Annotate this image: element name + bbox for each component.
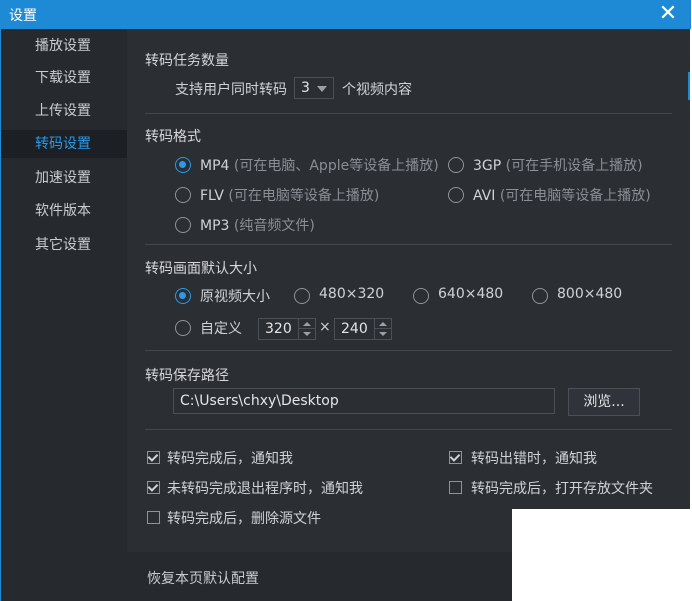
open-folder-label: 转码完成后，打开存放文件夹: [471, 481, 653, 497]
sidebar-item-version[interactable]: 软件版本: [1, 197, 127, 225]
sidebar-item-playback[interactable]: 播放设置: [1, 32, 127, 60]
radio-size-800x480[interactable]: [532, 288, 548, 304]
radio-format-mp4[interactable]: [175, 157, 191, 173]
divider: [145, 429, 672, 430]
radio-size-640x480[interactable]: [413, 288, 429, 304]
sidebar-item-upload[interactable]: 上传设置: [1, 97, 127, 125]
section-title-format: 转码格式: [145, 129, 201, 145]
save-path-field[interactable]: [173, 388, 555, 414]
radio-format-mp3[interactable]: [175, 217, 191, 233]
section-title-size: 转码画面默认大小: [145, 261, 257, 277]
radio-format-flv[interactable]: [175, 187, 191, 203]
divider: [145, 350, 672, 351]
format-mp4-label: MP4 (可在电脑、Apple等设备上播放): [200, 158, 439, 174]
radio-size-480x320[interactable]: [294, 288, 310, 304]
sidebar-item-transcode[interactable]: 转码设置: [1, 130, 127, 158]
height-stepper[interactable]: 240: [334, 318, 392, 340]
notify-error-label: 转码出错时，通知我: [471, 451, 597, 467]
window-title: 设置: [9, 8, 37, 24]
delete-source-label: 转码完成后，删除源文件: [167, 511, 321, 527]
checkbox-notify-exit[interactable]: [147, 481, 160, 494]
divider: [145, 113, 672, 114]
size-480x320-label: 480×320: [319, 286, 385, 302]
size-original-label: 原视频大小: [200, 289, 270, 305]
checkbox-delete-source[interactable]: [147, 511, 160, 524]
sidebar-item-download[interactable]: 下载设置: [1, 64, 127, 92]
chevron-down-icon: [317, 86, 327, 92]
task-count-value: 3: [301, 80, 310, 96]
format-3gp-label: 3GP (可在手机设备上播放): [473, 158, 643, 174]
stepper-up-icon[interactable]: [375, 319, 391, 329]
content-panel: 转码任务数量 支持用户同时转码 3 个视频内容 转码格式 MP4 (可在电脑、A…: [127, 29, 690, 552]
section-title-path: 转码保存路径: [145, 368, 229, 384]
stepper-up-icon[interactable]: [299, 319, 315, 329]
radio-format-avi[interactable]: [448, 187, 464, 203]
width-stepper[interactable]: 320: [258, 318, 316, 340]
notify-exit-label: 未转码完成退出程序时，通知我: [167, 481, 363, 497]
radio-size-original[interactable]: [175, 288, 191, 304]
restore-defaults-link[interactable]: 恢复本页默认配置: [147, 568, 259, 588]
divider: [145, 244, 672, 245]
times-sign: ×: [319, 319, 331, 335]
format-flv-label: FLV (可在电脑等设备上播放): [200, 188, 380, 204]
sidebar-item-acceleration[interactable]: 加速设置: [1, 164, 127, 192]
checkbox-open-folder[interactable]: [449, 481, 462, 494]
stepper-buttons: [374, 319, 391, 339]
size-800x480-label: 800×480: [557, 286, 623, 302]
checkbox-notify-done[interactable]: [147, 451, 160, 464]
close-icon[interactable]: ✕: [657, 2, 679, 26]
radio-format-3gp[interactable]: [448, 157, 464, 173]
size-custom-label: 自定义: [200, 321, 242, 337]
stepper-down-icon[interactable]: [299, 329, 315, 339]
scrollbar[interactable]: [688, 72, 690, 100]
save-path-input[interactable]: [174, 389, 552, 413]
height-value: 240: [341, 321, 368, 337]
section-title-tasks: 转码任务数量: [145, 53, 229, 69]
task-count-select[interactable]: 3: [294, 77, 334, 99]
overlay-blank: [512, 509, 692, 601]
size-640x480-label: 640×480: [438, 286, 504, 302]
checkbox-notify-error[interactable]: [449, 451, 462, 464]
tasks-prefix: 支持用户同时转码: [175, 82, 287, 98]
sidebar: 播放设置 下载设置 上传设置 转码设置 加速设置 软件版本 其它设置: [1, 29, 127, 601]
stepper-buttons: [298, 319, 315, 339]
radio-size-custom[interactable]: [175, 320, 191, 336]
format-mp3-label: MP3 (纯音频文件): [200, 218, 315, 234]
notify-done-label: 转码完成后，通知我: [167, 451, 293, 467]
stepper-down-icon[interactable]: [375, 329, 391, 339]
title-bar[interactable]: 设置 ✕: [1, 0, 691, 29]
browse-button[interactable]: 浏览...: [568, 388, 640, 416]
sidebar-item-other[interactable]: 其它设置: [1, 231, 127, 259]
tasks-suffix: 个视频内容: [342, 82, 412, 98]
format-avi-label: AVI (可在电脑等设备上播放): [473, 188, 651, 204]
width-value: 320: [265, 321, 292, 337]
